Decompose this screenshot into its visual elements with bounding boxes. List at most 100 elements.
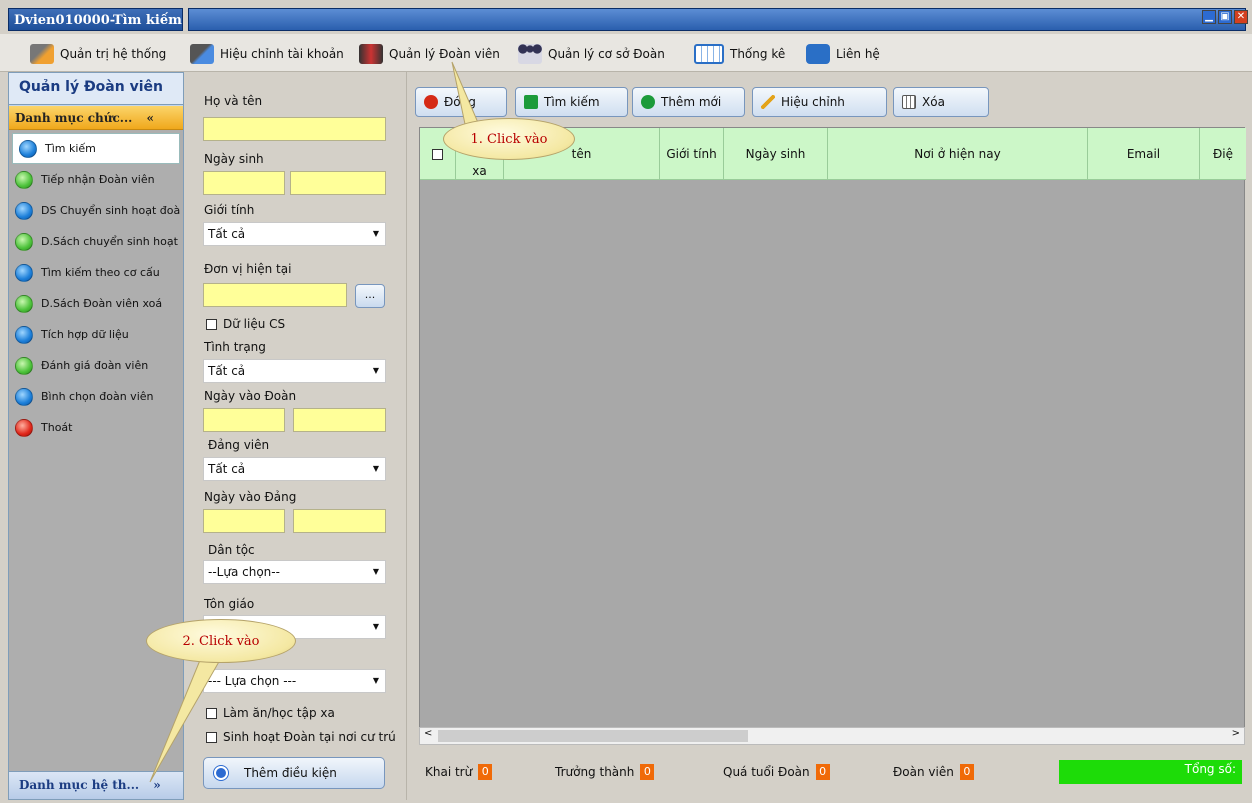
- total-count-bar: Tổng số:: [1059, 760, 1242, 784]
- sidebar-item-dsach-chuyen[interactable]: D.Sách chuyển sinh hoạt: [9, 226, 183, 257]
- dropdown-arrow-icon: ▼: [372, 622, 379, 631]
- sidebar-item-tiep-nhan[interactable]: Tiếp nhận Đoàn viên: [9, 164, 183, 195]
- add-condition-button[interactable]: Thêm điều kiện: [203, 757, 385, 789]
- sidebar-item-tim-kiem-co-cau[interactable]: Tìm kiếm theo cơ cấu: [9, 257, 183, 288]
- sidebar-item-ds-chuyen[interactable]: DS Chuyển sinh hoạt đoà: [9, 195, 183, 226]
- sidebar-item-dsach-xoa[interactable]: D.Sách Đoàn viên xoá: [9, 288, 183, 319]
- status-bar: Khai trừ 0 Trưởng thành 0 Quá tuổi Đoàn 0 Đ…: [419, 760, 1245, 784]
- label-gioi-tinh: Giới tính: [204, 203, 255, 217]
- label-don-vi: Đơn vị hiện tại: [204, 262, 292, 276]
- dropdown-arrow-icon: ▼: [372, 676, 379, 685]
- trash-icon: [902, 95, 916, 109]
- ngay-vao-dang-from-input[interactable]: [203, 509, 285, 533]
- restore-icon[interactable]: ▣: [1218, 10, 1232, 24]
- sidebar-item-thoat[interactable]: Thoát: [9, 412, 183, 443]
- button-label: Tìm kiếm: [544, 95, 600, 109]
- sidebar-item-tim-kiem[interactable]: Tìm kiếm: [12, 133, 180, 164]
- select-value: Tất cả: [208, 227, 246, 241]
- ho-ten-input[interactable]: [203, 117, 386, 141]
- sidebar-item-label: D.Sách chuyển sinh hoạt: [41, 235, 178, 248]
- count-badge: 0: [815, 764, 830, 780]
- dropdown-arrow-icon: ▼: [372, 366, 379, 375]
- sidebar-item-binh-chon[interactable]: Bình chọn đoàn viên: [9, 381, 183, 412]
- scroll-right-icon[interactable]: >: [1232, 728, 1240, 739]
- sidebar-item-label: Tìm kiếm theo cơ cấu: [41, 266, 160, 279]
- sidebar-item-label: Tiếp nhận Đoàn viên: [41, 173, 155, 186]
- menu-quan-ly-co-so-doan[interactable]: Quản lý cơ sở Đoàn: [518, 43, 665, 65]
- minimize-icon[interactable]: ▁: [1202, 10, 1216, 24]
- horizontal-scrollbar[interactable]: < >: [419, 727, 1245, 745]
- menu-quan-ly-doan-vien[interactable]: Quản lý Đoàn viên: [359, 43, 500, 65]
- user-edit-icon: [190, 44, 214, 64]
- sidebar-item-label: Thoát: [41, 421, 73, 434]
- menu-thong-ke[interactable]: Thống kê: [694, 43, 785, 65]
- lam-an-checkbox[interactable]: Làm ăn/học tập xa: [206, 706, 335, 720]
- dang-vien-select[interactable]: Tất cả ▼: [203, 457, 386, 481]
- green-dot-icon: [15, 294, 33, 313]
- menu-hieu-chinh-tai-khoan[interactable]: Hiệu chỉnh tài khoản: [190, 43, 344, 65]
- col-ngay-sinh[interactable]: Ngày sinh: [724, 128, 828, 180]
- ngay-vao-doan-to-input[interactable]: [293, 408, 386, 432]
- ngay-vao-doan-from-input[interactable]: [203, 408, 285, 432]
- add-new-button[interactable]: Thêm mới: [632, 87, 745, 117]
- dropdown-arrow-icon: ▼: [372, 567, 379, 576]
- label-dang-vien: Đảng viên: [208, 438, 270, 452]
- section-label: Danh mục chức...: [15, 111, 133, 125]
- dropdown-arrow-icon: ▼: [372, 229, 379, 238]
- add-icon: [641, 95, 655, 109]
- label-ngay-vao-doan: Ngày vào Đoàn: [204, 389, 297, 403]
- don-vi-input[interactable]: [203, 283, 347, 307]
- label-ngay-sinh: Ngày sinh: [204, 152, 264, 166]
- contact-icon: [806, 44, 830, 64]
- label-ton-giao: Tôn giáo: [204, 597, 255, 611]
- checkbox-box[interactable]: [206, 707, 217, 719]
- dan-toc-select[interactable]: --Lựa chọn-- ▼: [203, 560, 386, 584]
- search-button[interactable]: Tìm kiếm: [515, 87, 628, 117]
- col-gioi-tinh[interactable]: Giới tính: [660, 128, 724, 180]
- browse-button[interactable]: ...: [355, 284, 385, 308]
- delete-button[interactable]: Xóa: [893, 87, 989, 117]
- scrollbar-thumb[interactable]: [438, 730, 748, 742]
- sidebar-item-tich-hop[interactable]: Tích hợp dữ liệu: [9, 319, 183, 350]
- sidebar-item-danh-gia[interactable]: Đánh giá đoàn viên: [9, 350, 183, 381]
- close-icon[interactable]: ✕: [1234, 10, 1248, 24]
- col-dien-thoai[interactable]: Điệ: [1200, 128, 1246, 180]
- title-bar: Dvien010000-Tìm kiếm ▁ ▣ ✕: [0, 0, 1252, 32]
- menu-quan-tri-he-thong[interactable]: Quản trị hệ thống: [30, 43, 166, 65]
- stop-icon: [424, 95, 438, 109]
- tinh-trang-select[interactable]: Tất cả ▼: [203, 359, 386, 383]
- sidebar-item-label: Tìm kiếm: [45, 142, 96, 155]
- sidebar-section-header[interactable]: Danh mục chức... «: [9, 106, 183, 130]
- blue-dot-icon: [15, 263, 33, 282]
- ngay-sinh-from-input[interactable]: [203, 171, 285, 195]
- edit-button[interactable]: Hiệu chỉnh: [752, 87, 887, 117]
- footer-label: Danh mục hệ th...: [19, 778, 140, 792]
- scroll-left-icon[interactable]: <: [424, 728, 432, 739]
- status-truong-thanh: Trưởng thành 0: [555, 764, 655, 780]
- col-noi-o[interactable]: Nơi ở hiện nay: [828, 128, 1088, 180]
- collapse-chevron-icon[interactable]: «: [147, 111, 155, 125]
- select-value: Tất cả: [208, 462, 246, 476]
- menu-lien-he[interactable]: Liên hệ: [806, 43, 880, 65]
- ngay-vao-dang-to-input[interactable]: [293, 509, 386, 533]
- lua-chon-select[interactable]: --- Lựa chọn --- ▼: [203, 669, 386, 693]
- sidebar-item-label: Đánh giá đoàn viên: [41, 359, 149, 372]
- sidebar-footer-section[interactable]: Danh mục hệ th... »: [9, 771, 183, 799]
- expand-chevron-icon[interactable]: »: [153, 778, 161, 792]
- gioi-tinh-select[interactable]: Tất cả ▼: [203, 222, 386, 246]
- col-email[interactable]: Email: [1088, 128, 1200, 180]
- du-lieu-cs-checkbox[interactable]: Dữ liệu CS: [206, 317, 285, 331]
- results-grid: xa tên Giới tính Ngày sinh Nơi ở hiện na…: [419, 127, 1246, 729]
- button-label: Thêm điều kiện: [244, 766, 337, 780]
- menu-label: Quản lý cơ sở Đoàn: [548, 47, 665, 61]
- status-doan-vien: Đoàn viên 0: [893, 764, 974, 780]
- ngay-sinh-to-input[interactable]: [290, 171, 386, 195]
- checkbox-box[interactable]: [206, 318, 217, 330]
- close-button[interactable]: Đóng: [415, 87, 507, 117]
- checkbox-label: Dữ liệu CS: [223, 317, 286, 331]
- select-value: --- Lựa chọn ---: [208, 674, 297, 688]
- green-dot-icon: [15, 356, 33, 375]
- status-qua-tuoi: Quá tuổi Đoàn 0: [723, 764, 830, 780]
- checkbox-box[interactable]: [206, 731, 217, 743]
- sinh-hoat-checkbox[interactable]: Sinh hoạt Đoàn tại nơi cư trú: [206, 730, 396, 744]
